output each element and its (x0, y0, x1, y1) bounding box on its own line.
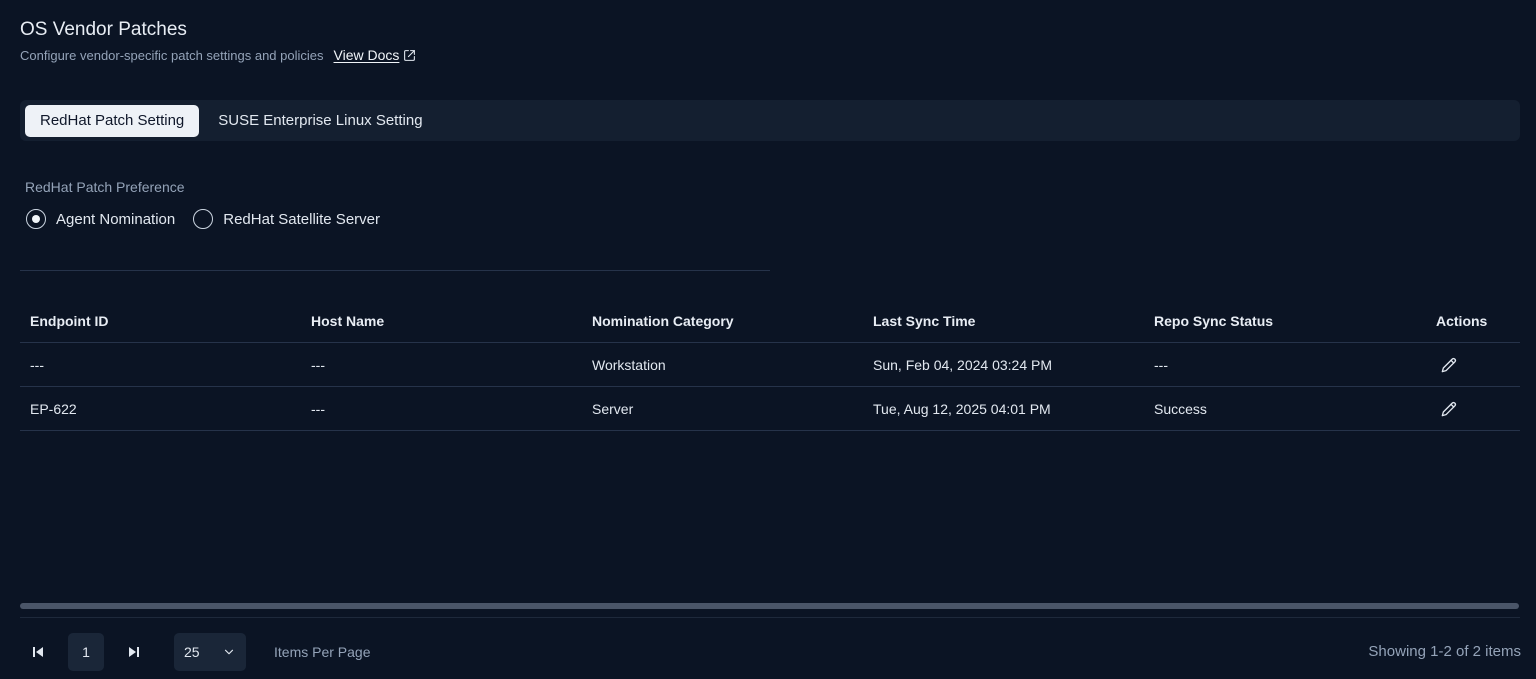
radio-agent-nomination[interactable]: Agent Nomination (26, 209, 175, 229)
table-row: EP-622 --- Server Tue, Aug 12, 2025 04:0… (20, 387, 1520, 431)
cell-actions (1426, 354, 1520, 376)
view-docs-link[interactable]: View Docs (334, 47, 417, 63)
column-header-nomination-category[interactable]: Nomination Category (582, 313, 863, 329)
edit-button[interactable] (1438, 398, 1460, 420)
horizontal-scrollbar[interactable] (20, 603, 1519, 609)
page-title: OS Vendor Patches (20, 19, 187, 40)
last-page-icon (129, 647, 139, 657)
section-divider (20, 270, 770, 271)
tab-suse-enterprise-linux-setting[interactable]: SUSE Enterprise Linux Setting (203, 105, 437, 137)
pencil-icon (1441, 401, 1457, 416)
chevron-down-icon (224, 649, 234, 655)
column-header-last-sync-time[interactable]: Last Sync Time (863, 313, 1144, 329)
radio-satellite-label: RedHat Satellite Server (223, 210, 380, 228)
radio-redhat-satellite-server[interactable]: RedHat Satellite Server (193, 209, 380, 229)
cell-actions (1426, 398, 1520, 420)
pencil-icon (1441, 357, 1457, 372)
cell-last-sync-time: Tue, Aug 12, 2025 04:01 PM (873, 400, 1051, 417)
cell-host-name: --- (311, 400, 325, 417)
first-page-button[interactable] (28, 642, 48, 662)
footer-divider (20, 617, 1520, 618)
cell-nomination-category: Server (592, 400, 634, 417)
subtitle-text: Configure vendor-specific patch settings… (20, 47, 324, 63)
cell-last-sync-time: Sun, Feb 04, 2024 03:24 PM (873, 356, 1053, 373)
radio-unselected-icon (193, 209, 214, 229)
first-page-icon (33, 647, 43, 657)
column-header-host-name[interactable]: Host Name (301, 313, 582, 329)
table-row: --- --- Workstation Sun, Feb 04, 2024 03… (20, 343, 1520, 387)
tab-redhat-patch-setting[interactable]: RedHat Patch Setting (25, 104, 200, 137)
view-docs-label: View Docs (333, 47, 400, 63)
page-subtitle: Configure vendor-specific patch settings… (20, 47, 416, 63)
os-vendor-patches-page: OS Vendor Patches Configure vendor-speci… (0, 0, 1536, 679)
column-header-endpoint-id[interactable]: Endpoint ID (20, 313, 301, 329)
items-per-page-value: 25 (184, 644, 200, 660)
radio-agent-nomination-label: Agent Nomination (56, 210, 176, 228)
showing-items-text: Showing 1-2 of 2 items (1368, 643, 1521, 660)
cell-endpoint-id: --- (30, 356, 44, 373)
external-link-icon (404, 49, 416, 61)
patch-preference-radio-group: Agent Nomination RedHat Satellite Server (26, 209, 398, 229)
cell-host-name: --- (311, 356, 325, 373)
items-per-page-label: Items Per Page (274, 644, 371, 660)
edit-button[interactable] (1438, 354, 1460, 376)
page-number-button[interactable]: 1 (68, 633, 104, 671)
endpoint-table: Endpoint ID Host Name Nomination Categor… (20, 300, 1520, 431)
patch-preference-label: RedHat Patch Preference (25, 179, 185, 195)
cell-repo-sync-status: --- (1154, 356, 1168, 373)
radio-selected-icon (26, 209, 46, 229)
pagination: 1 25 Items Per Page (28, 633, 371, 671)
settings-tab-bar: RedHat Patch Setting SUSE Enterprise Lin… (20, 100, 1520, 141)
cell-endpoint-id: EP-622 (30, 400, 77, 417)
column-header-repo-sync-status[interactable]: Repo Sync Status (1144, 313, 1426, 329)
items-per-page-select[interactable]: 25 (174, 633, 246, 671)
table-header-row: Endpoint ID Host Name Nomination Categor… (20, 300, 1520, 343)
column-header-actions: Actions (1436, 313, 1488, 329)
last-page-button[interactable] (124, 642, 144, 662)
cell-nomination-category: Workstation (592, 356, 666, 373)
cell-repo-sync-status: Success (1154, 400, 1207, 417)
